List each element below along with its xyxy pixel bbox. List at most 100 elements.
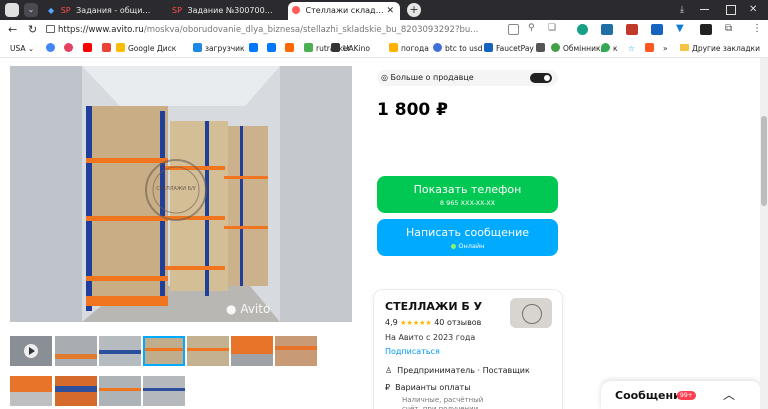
bookmark-downloader[interactable]: загрузчик [193,43,245,55]
bookmark-f[interactable] [285,43,297,55]
thumbnail-image-selected[interactable] [143,336,185,366]
chevron-up-icon[interactable]: ︿ [723,386,735,403]
bookmarks-overflow[interactable]: » [663,43,668,55]
extension-icon[interactable]: ▼ [676,23,684,34]
extension-icon[interactable] [601,24,613,35]
back-icon[interactable]: ← [8,23,17,36]
bookmark-google-drive[interactable]: Google Диск [116,43,176,55]
page-scrollbar[interactable] [760,58,768,409]
show-phone-button[interactable]: Показать телефон 8 965 XXX-XX-XX [377,176,558,213]
share-icon[interactable] [508,24,519,35]
bookmark-maps[interactable]: к [601,43,618,55]
page-content: СТЕЛЛАЖИ Б/У ● Avito ◎ Больше о продавце… [0,58,760,409]
minimize-icon[interactable] [700,9,709,10]
address-bar[interactable]: https://www.avito.ru/moskva/oborudovanie… [58,23,498,38]
tab-favicon-icon: ◆ [48,6,55,15]
payment-desc: Наличные, расчётный счёт, при получении [402,396,484,409]
bookmark-label: Google Диск [128,44,177,53]
new-tab-button[interactable]: + [407,3,421,17]
thumbnail-image[interactable] [10,376,52,406]
tab-favicon-icon: SP [60,6,71,15]
thumbnail-image[interactable] [275,336,317,366]
seller-avatar[interactable] [510,298,552,328]
extension-icon[interactable]: ⚲ [528,23,535,33]
more-about-seller-toggle[interactable] [530,73,552,83]
maximize-icon[interactable] [726,5,736,15]
thumbnail-detail [99,350,141,354]
bookmark-label: btc to usd [445,44,483,53]
bookmark-exchanger[interactable]: Обмінник [551,43,600,55]
tab-title: Задания - общий список [76,6,155,15]
bookmark-usa[interactable]: USA ⌄ [10,43,34,55]
toggle-knob [544,75,550,81]
thumbnail-detail [143,388,185,391]
thumbnail-image[interactable] [231,336,273,366]
thumbnail-image[interactable] [99,336,141,366]
bookmark-icon[interactable]: ❏ [548,23,556,33]
main-photo[interactable]: СТЕЛЛАЖИ Б/У ● Avito [10,66,352,322]
scrollbar-thumb[interactable] [761,116,767,206]
other-bookmarks[interactable]: Другие закладки [680,43,760,55]
thumbnail-image[interactable] [187,336,229,366]
payment-row: ₽ Варианты оплаты [385,383,471,392]
gmail-icon [102,43,111,52]
thumbnail-image[interactable] [55,336,97,366]
thumbnail-video[interactable] [10,336,52,366]
bookmark-vk-2[interactable] [267,43,279,55]
thumbnail-detail [275,346,317,350]
tab-tasks-list[interactable]: ◆ SP Задания - общий список [44,2,166,20]
bookmark-weather[interactable]: погода [389,43,429,55]
write-message-button[interactable]: Написать сообщение ● Онлайн [377,219,558,256]
close-window-icon[interactable]: ✕ [749,3,757,17]
bookmark-youtube[interactable] [83,43,95,55]
bookmark-label: погода [401,44,429,53]
seller-rating: 4,9 [385,318,398,327]
seller-card: СТЕЛЛАЖИ Б У 4,9 ★★★★★ 40 отзывов На Ави… [373,289,563,409]
downloader-icon [193,43,202,52]
bookmark-google[interactable] [46,43,58,55]
extension-icon[interactable] [626,24,638,35]
seller-reviews-link[interactable]: 40 отзывов [434,318,481,327]
thumbnail-image[interactable] [99,376,141,406]
browser-menu-button[interactable] [5,3,19,17]
seller-avatar-logo [522,304,542,324]
extension-icon[interactable] [577,24,588,35]
tab-title: Задание №3007004 - про [187,6,276,15]
close-tab-icon[interactable]: ✕ [386,2,394,20]
download-icon[interactable]: ⤓ [676,4,688,16]
bookmark-btc[interactable]: btc to usd [433,43,483,55]
tab-task-3007004[interactable]: SP Задание №3007004 - про [168,2,286,20]
more-menu-icon[interactable]: ⋮ [752,23,762,34]
bookmark-generic[interactable] [536,43,548,55]
instagram-icon [64,43,73,52]
extensions-icon[interactable]: ⧉ [725,23,732,34]
online-dot-icon: ● [450,242,457,250]
bookmark-uakino[interactable]: UAKino [331,43,370,55]
subscribe-link[interactable]: Подписаться [385,347,440,356]
bookmark-instagram[interactable] [64,43,76,55]
tab-avito-racks[interactable]: Стеллажи складские б/у ✕ [288,2,400,20]
bookmark-blogger[interactable] [645,43,657,55]
seller-info-icon: ◎ [381,73,388,82]
blogger-icon [645,43,654,52]
bookmark-gmail[interactable] [102,43,114,55]
thumbnail-image[interactable] [143,376,185,406]
bookmark-faucetpay[interactable]: FaucetPay [484,43,534,55]
bookmark-vk[interactable] [249,43,261,55]
extension-icon[interactable] [651,24,663,35]
url-domain: https://www.avito.ru [58,25,144,35]
thumbnail-detail [55,386,97,392]
reload-icon[interactable]: ↻ [28,23,37,36]
seller-type: Предприниматель · Поставщик [397,366,530,375]
bookmark-label: загрузчик [205,44,245,53]
seller-name[interactable]: СТЕЛЛАЖИ Б У [385,300,482,313]
extension-icon[interactable] [700,24,712,35]
tab-list-button[interactable]: ⌄ [24,3,38,17]
bookmark-star[interactable]: ☆ [628,43,635,55]
bookmarks-bar: USA ⌄ Google Диск загрузчик rutracker UA… [0,41,768,58]
messages-bar[interactable]: Сообщения 99+ ︿ [601,381,760,409]
person-icon: ♙ [385,366,393,375]
seller-type-row: ♙ Предприниматель · Поставщик [385,366,530,375]
thumbnail-image[interactable] [55,376,97,406]
more-about-seller-row[interactable]: ◎ Больше о продавце [377,70,558,86]
